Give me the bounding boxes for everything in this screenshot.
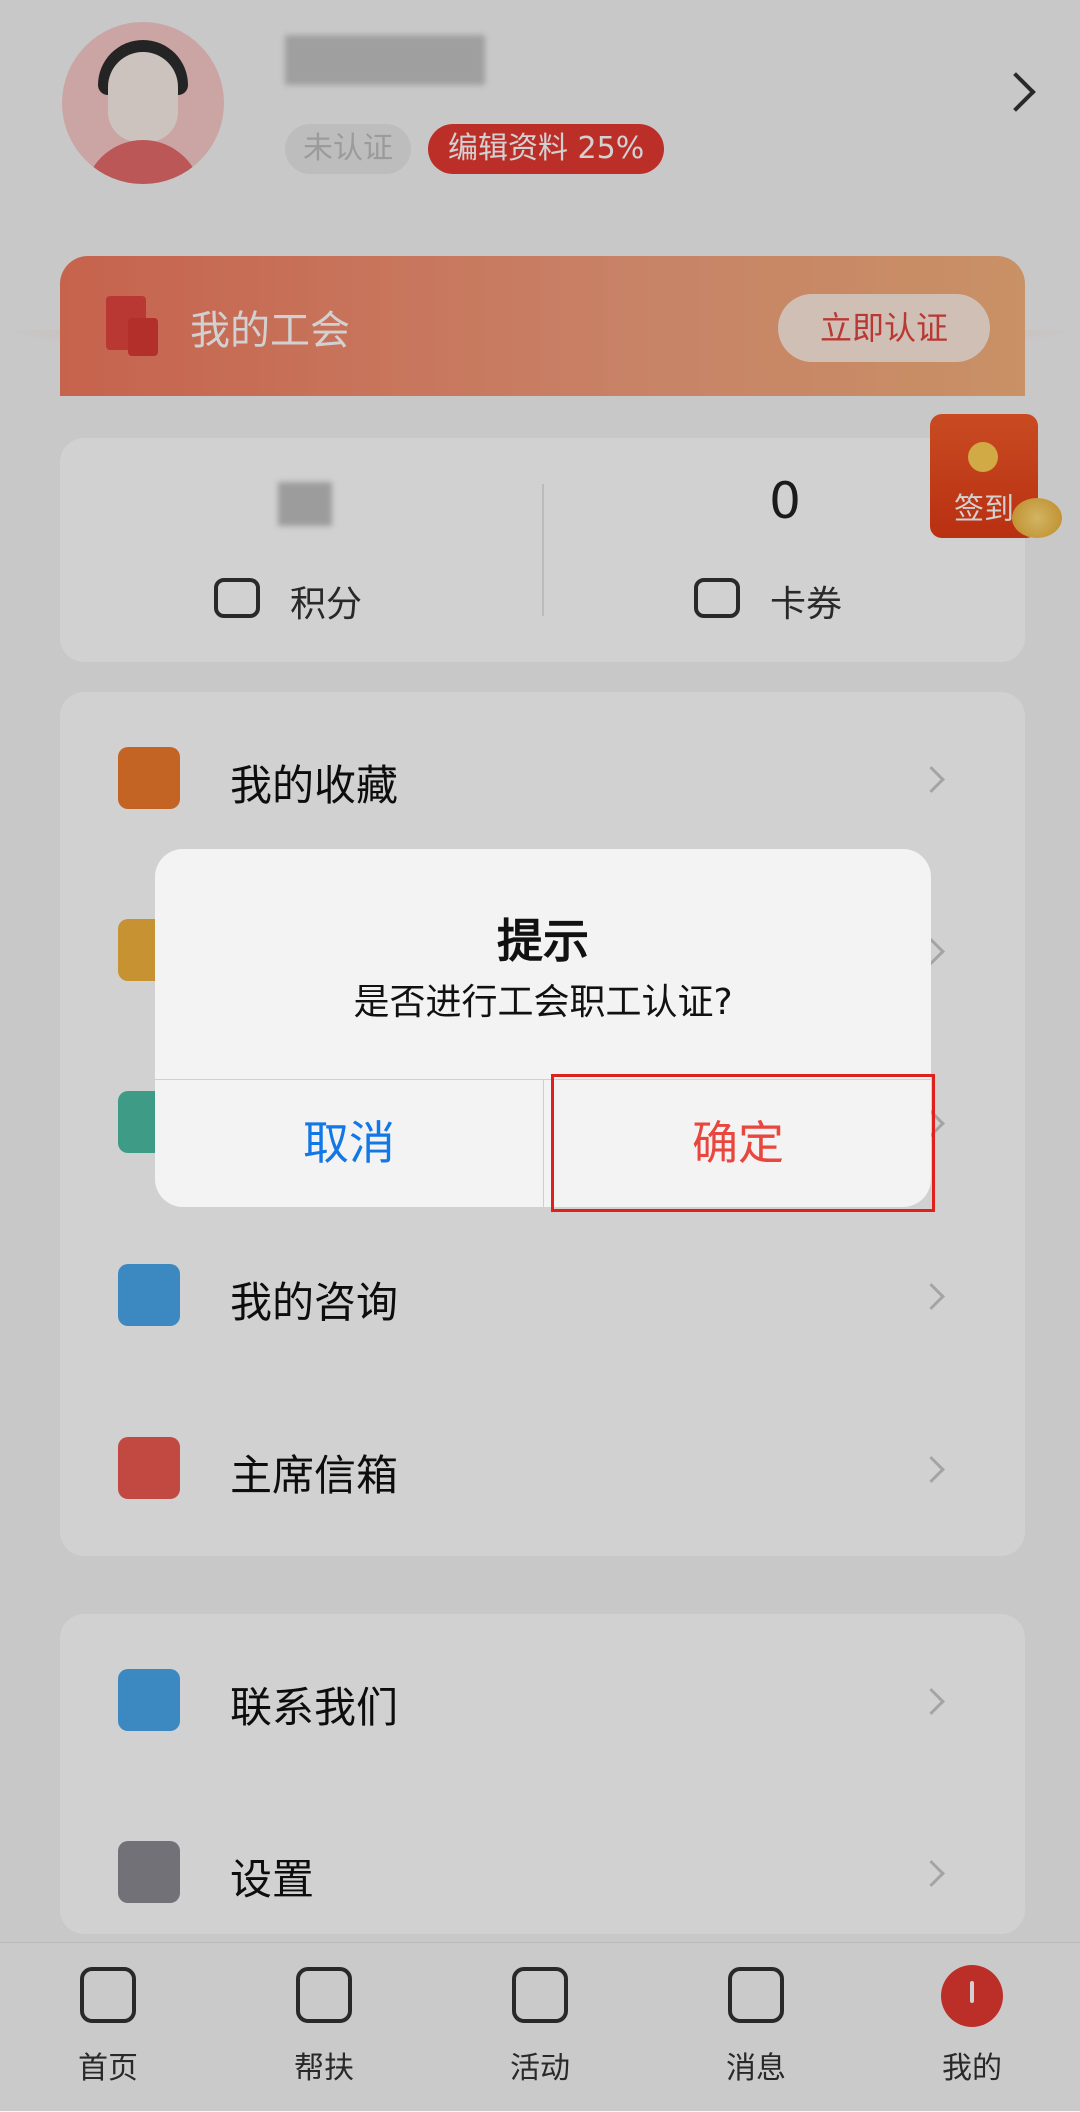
cancel-button[interactable]: 取消 [155,1079,543,1207]
dialog-title: 提示 [497,914,589,968]
dialog-message: 是否进行工会职工认证? [353,982,733,1023]
confirm-highlight-box [551,1074,935,1212]
